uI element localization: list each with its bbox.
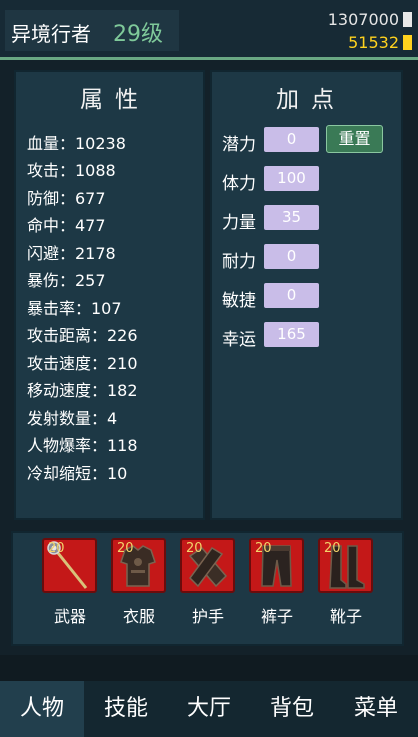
- attribute-row: 暴伤：257: [27, 271, 106, 290]
- attribute-row: 攻击速度：210: [27, 354, 138, 373]
- character-name: 异境行者: [11, 22, 91, 46]
- attribute-row: 冷却缩短：10: [27, 464, 128, 483]
- tab-character[interactable]: 人物: [0, 681, 84, 737]
- equip-label-boots: 靴子: [329, 607, 362, 626]
- attribute-row: 命中：477: [27, 216, 106, 235]
- point-input-endurance[interactable]: 0: [264, 244, 319, 269]
- attribute-row: 移动速度：182: [27, 381, 138, 400]
- equip-slot-gloves[interactable]: 20: [180, 538, 235, 593]
- add-points-title: 加点: [276, 87, 346, 113]
- equip-label-weapon: 武器: [53, 607, 86, 626]
- attribute-row: 暴击率：107: [27, 299, 122, 318]
- attribute-row: 攻击距离：226: [27, 326, 138, 345]
- tab-lobby[interactable]: 大厅: [167, 681, 251, 737]
- equip-level: 20: [117, 541, 134, 556]
- attribute-row: 防御：677: [27, 189, 106, 208]
- silver-currency: 1307000: [327, 9, 412, 29]
- attribute-row: 攻击：1088: [27, 161, 116, 180]
- point-input-stamina[interactable]: 100: [264, 166, 319, 191]
- equip-slot-boots[interactable]: 20: [318, 538, 373, 593]
- point-input-strength[interactable]: 35: [264, 205, 319, 230]
- character-level: 29级: [113, 22, 163, 47]
- equip-level: 20: [255, 541, 272, 556]
- bottom-spacer: [0, 655, 418, 681]
- point-input-agility[interactable]: 0: [264, 283, 319, 308]
- equip-level: 20: [186, 541, 203, 556]
- equip-slot-clothes[interactable]: 20: [111, 538, 166, 593]
- attribute-row: 发射数量：4: [27, 409, 118, 428]
- point-label-luck: 幸运: [222, 330, 256, 350]
- equip-label-clothes: 衣服: [122, 607, 155, 626]
- tab-skills[interactable]: 技能: [84, 681, 168, 737]
- attribute-row: 血量：10238: [27, 134, 126, 153]
- tab-inventory[interactable]: 背包: [250, 681, 334, 737]
- header-divider: [0, 57, 418, 60]
- attribute-row: 人物爆率：118: [27, 436, 138, 455]
- equip-slot-weapon[interactable]: 20: [42, 538, 97, 593]
- silver-amount: 1307000: [327, 9, 399, 29]
- attribute-row: 闪避：2178: [27, 244, 116, 263]
- point-label-agility: 敏捷: [222, 291, 256, 311]
- equip-slot-pants[interactable]: 20: [249, 538, 304, 593]
- equip-label-pants: 裤子: [260, 607, 293, 626]
- point-label-strength: 力量: [222, 213, 256, 233]
- point-label-potential: 潜力: [222, 135, 256, 155]
- tab-menu[interactable]: 菜单: [334, 681, 418, 737]
- gold-icon: [403, 34, 412, 50]
- gold-amount: 51532: [348, 32, 399, 52]
- silver-icon: [403, 11, 412, 27]
- reset-button[interactable]: 重置: [326, 125, 383, 153]
- gold-currency: 51532: [348, 32, 412, 52]
- equip-level: 20: [48, 541, 65, 556]
- attributes-title: 属性: [80, 87, 150, 113]
- point-input-luck[interactable]: 165: [264, 322, 319, 347]
- point-label-stamina: 体力: [222, 174, 256, 194]
- point-value-potential: 0: [264, 127, 319, 152]
- equip-level: 20: [324, 541, 341, 556]
- point-label-endurance: 耐力: [222, 252, 256, 272]
- equip-label-gloves: 护手: [191, 607, 224, 626]
